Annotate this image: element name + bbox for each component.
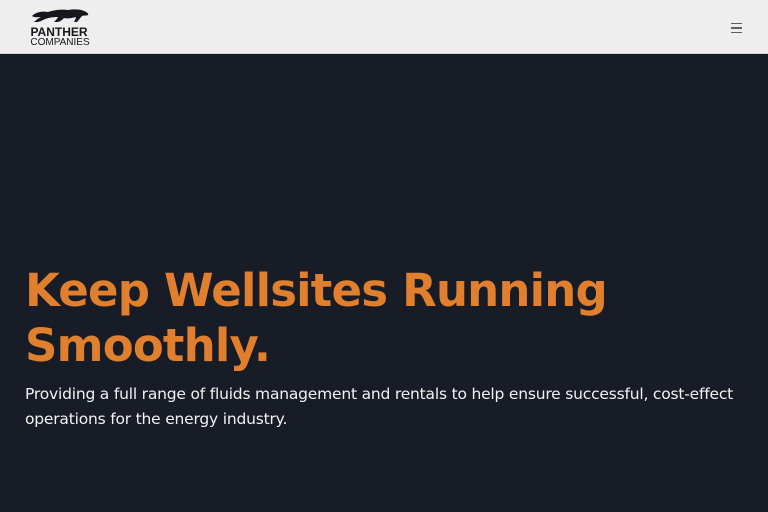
hero-subtitle-line-1: Providing a full range of fluids managem… <box>25 385 734 403</box>
menu-bar <box>730 27 742 29</box>
hero-title-line-1: Keep Wellsites Running <box>25 264 608 317</box>
hero-subtitle: Providing a full range of fluids managem… <box>25 382 768 432</box>
hero-section: Keep Wellsites Running Smoothly. Providi… <box>0 55 768 512</box>
hero-title: Keep Wellsites Running Smoothly. <box>25 263 665 373</box>
hamburger-menu-icon[interactable] <box>726 19 746 37</box>
company-logo[interactable]: PANTHER COMPANIES <box>24 6 96 48</box>
site-header: PANTHER COMPANIES <box>0 0 768 54</box>
panther-icon <box>32 9 89 22</box>
hero-title-line-2: Smoothly. <box>25 319 271 372</box>
menu-bar <box>730 31 742 34</box>
hero-subtitle-line-2: operations for the energy industry. <box>25 410 288 428</box>
logo-text-secondary: COMPANIES <box>30 37 90 48</box>
menu-bar <box>730 22 742 25</box>
